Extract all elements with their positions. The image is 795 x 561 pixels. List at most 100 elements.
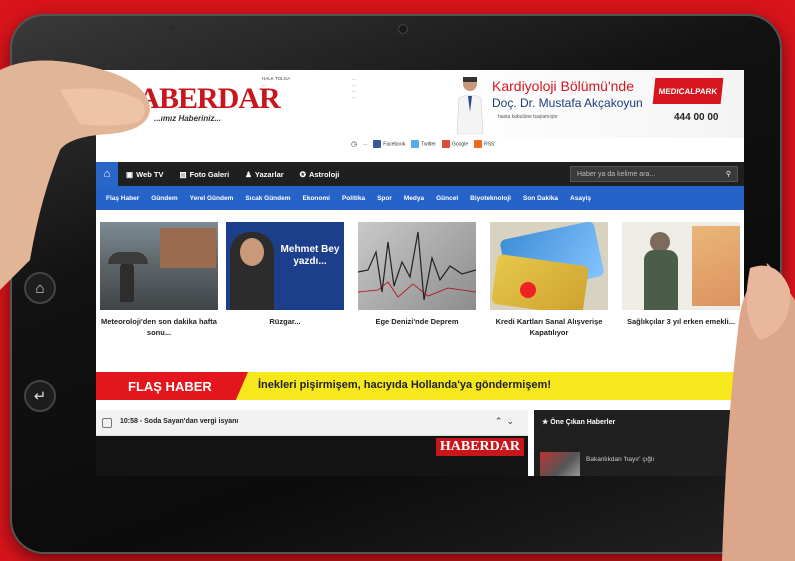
- news-thumbnail: [100, 222, 218, 310]
- site-tagline: ...ımız Haberiniz...: [154, 114, 222, 123]
- twitter-label: Twitter: [421, 141, 436, 148]
- camera-dot: [226, 26, 231, 31]
- category-item[interactable]: Medya: [398, 195, 430, 202]
- rss-icon: [474, 140, 483, 148]
- down-arrow-icon[interactable]: ⌄: [506, 416, 518, 426]
- news-card[interactable]: Kredi Kartları Sanal Alışverişe Kapatılı…: [490, 222, 608, 338]
- home-hardware-button[interactable]: ⌂: [24, 272, 56, 304]
- news-cards: Meteoroloji'den son dakika hafta sonu...…: [96, 222, 744, 352]
- news-card[interactable]: Mehmet Bey yazdı... Rüzgar...: [226, 222, 344, 327]
- flash-news-bar[interactable]: FLAŞ HABER İnekleri pişirmişem, hacıyıda…: [96, 372, 744, 400]
- facebook-label: Facebook: [383, 141, 406, 148]
- twitter-icon: [411, 140, 420, 148]
- news-card[interactable]: Ege Denizi'nde Deprem: [358, 222, 476, 327]
- category-item[interactable]: Biyoteknoloji: [464, 195, 517, 202]
- rss-link[interactable]: RSS: [474, 140, 494, 148]
- ticker-arrows: ⌃⌄: [495, 416, 518, 427]
- nav-item-web-tv[interactable]: ▣ Web TV: [118, 170, 171, 179]
- camera-dot: [170, 26, 175, 31]
- nav-item-yazarlar[interactable]: ♟ Yazarlar: [237, 170, 292, 179]
- sidebar-item-text[interactable]: Bakanlıkdan 'hayır' çığlı: [586, 456, 654, 463]
- category-item[interactable]: Spor: [371, 195, 398, 202]
- category-item[interactable]: Yerel Gündem: [184, 195, 240, 202]
- ticker-text[interactable]: 10:58 - Soda Sayan'dan vergi isyanı: [120, 418, 238, 425]
- category-nav: Flaş Haber Gündem Yerel Gündem Sıcak Gün…: [96, 186, 744, 210]
- header-mini-links: ... ... ... ...: [352, 76, 432, 100]
- nav-label: Astroloji: [308, 169, 340, 179]
- search-icon[interactable]: ⚲: [726, 170, 731, 178]
- ad-subtitle: hasta kabulüne başlamıştır: [498, 114, 558, 120]
- category-item[interactable]: Ekonomi: [297, 195, 336, 202]
- user-icon: ♟: [245, 169, 252, 179]
- video-logo: HABERDAR: [435, 438, 524, 456]
- news-thumbnail: Mehmet Bey yazdı...: [226, 222, 344, 310]
- category-item[interactable]: Asayiş: [564, 195, 597, 202]
- news-thumbnail: [490, 222, 608, 310]
- news-card[interactable]: Meteoroloji'den son dakika hafta sonu...: [100, 222, 218, 338]
- news-caption: Kredi Kartları Sanal Alışverişe Kapatılı…: [495, 317, 603, 337]
- seismograph-image: [358, 231, 476, 301]
- ad-phone: 444 00 00: [674, 112, 719, 123]
- doctor-image: [456, 77, 484, 134]
- sidebar-thumbnail[interactable]: [540, 452, 580, 476]
- search-input[interactable]: Haber ya da kelime ara... ⚲: [570, 166, 738, 182]
- flash-news-text[interactable]: İnekleri pişirmişem, hacıyıda Hollanda'y…: [258, 379, 551, 391]
- news-thumbnail: [622, 222, 740, 310]
- ad-title: Kardiyoloji Bölümü'nde: [492, 78, 634, 94]
- rss-label: RSS: [484, 141, 495, 148]
- tv-icon: ▣: [126, 169, 134, 179]
- mini-link[interactable]: ...: [352, 94, 432, 100]
- flash-news-label: FLAŞ HABER: [96, 372, 248, 400]
- front-camera: [398, 24, 408, 34]
- news-caption: Ege Denizi'nde Deprem: [375, 317, 459, 326]
- facebook-link[interactable]: Facebook: [373, 140, 405, 148]
- google-label: Google: [451, 141, 469, 148]
- google-icon: [441, 140, 450, 148]
- nav-label: Foto Galeri: [189, 169, 230, 179]
- sidebar-heading-text: Öne Çıkan Haberler: [550, 419, 616, 426]
- header-mini-links: HALK TOLGA ... ... ...: [262, 76, 342, 100]
- photo-icon: ▨: [179, 169, 187, 179]
- tablet-screen: HABERDAR ...ımız Haberiniz... HALK TOLGA…: [96, 70, 744, 476]
- nav-item-foto-galeri[interactable]: ▨ Foto Galeri: [171, 170, 237, 179]
- news-caption: Sağlıkçılar 3 yıl erken emekli...: [627, 317, 735, 326]
- news-caption: Rüzgar...: [269, 317, 301, 326]
- mini-link[interactable]: ...: [262, 94, 342, 100]
- header-ad-banner[interactable]: Kardiyoloji Bölümü'nde Doç. Dr. Mustafa …: [446, 70, 744, 138]
- category-item[interactable]: Son Dakika: [517, 195, 564, 202]
- category-item[interactable]: Politika: [336, 195, 371, 202]
- home-icon[interactable]: ⌂: [96, 162, 118, 186]
- category-item[interactable]: Sıcak Gündem: [239, 195, 296, 202]
- news-icon: [102, 418, 112, 428]
- main-nav: ⌂ ▣ Web TV ▨ Foto Galeri ♟ Yazarlar ✪ Astrol…: [96, 162, 744, 186]
- card-overlay-text: Mehmet Bey yazdı...: [280, 244, 340, 267]
- news-card[interactable]: Sağlıkçılar 3 yıl erken emekli...: [622, 222, 740, 327]
- facebook-icon: [373, 140, 382, 148]
- nav-item-astroloji[interactable]: ✪ Astroloji: [292, 170, 348, 179]
- date-text: ...: [363, 141, 368, 147]
- twitter-link[interactable]: Twitter: [411, 140, 436, 148]
- nav-label: Yazarlar: [254, 169, 284, 179]
- site-header: HABERDAR ...ımız Haberiniz... HALK TOLGA…: [96, 70, 744, 162]
- ad-doctor-name: Doç. Dr. Mustafa Akçakoyun: [492, 96, 643, 110]
- category-item[interactable]: Gündem: [145, 195, 183, 202]
- up-arrow-icon[interactable]: ⌃: [495, 416, 507, 426]
- site-logo[interactable]: HABERDAR: [116, 82, 281, 116]
- nav-label: Web TV: [136, 169, 164, 179]
- news-caption: Meteoroloji'den son dakika hafta sonu...: [101, 317, 217, 337]
- google-link[interactable]: Google: [441, 140, 469, 148]
- star-icon: ✪: [299, 169, 306, 179]
- news-ticker[interactable]: 10:58 - Soda Sayan'dan vergi isyanı ⌃⌄: [96, 410, 528, 436]
- medicalpark-logo: MEDICALPARK: [652, 78, 724, 104]
- category-item[interactable]: Flaş Haber: [100, 195, 145, 202]
- sidebar-heading: ★ Öne Çıkan Haberler: [542, 419, 616, 426]
- back-hardware-button[interactable]: ↵: [24, 380, 56, 412]
- video-panel[interactable]: HABERDAR: [96, 436, 528, 476]
- category-item[interactable]: Güncel: [430, 195, 464, 202]
- social-bar: ◷ ... Facebook Twitter Google RSS: [351, 140, 494, 148]
- camera-dot: [198, 26, 203, 31]
- clock-icon: ◷: [351, 141, 358, 148]
- search-placeholder: Haber ya da kelime ara...: [577, 170, 656, 178]
- featured-sidebar: ★ Öne Çıkan Haberler Bakanlıkdan 'hayır'…: [534, 410, 744, 476]
- news-thumbnail: [358, 222, 476, 310]
